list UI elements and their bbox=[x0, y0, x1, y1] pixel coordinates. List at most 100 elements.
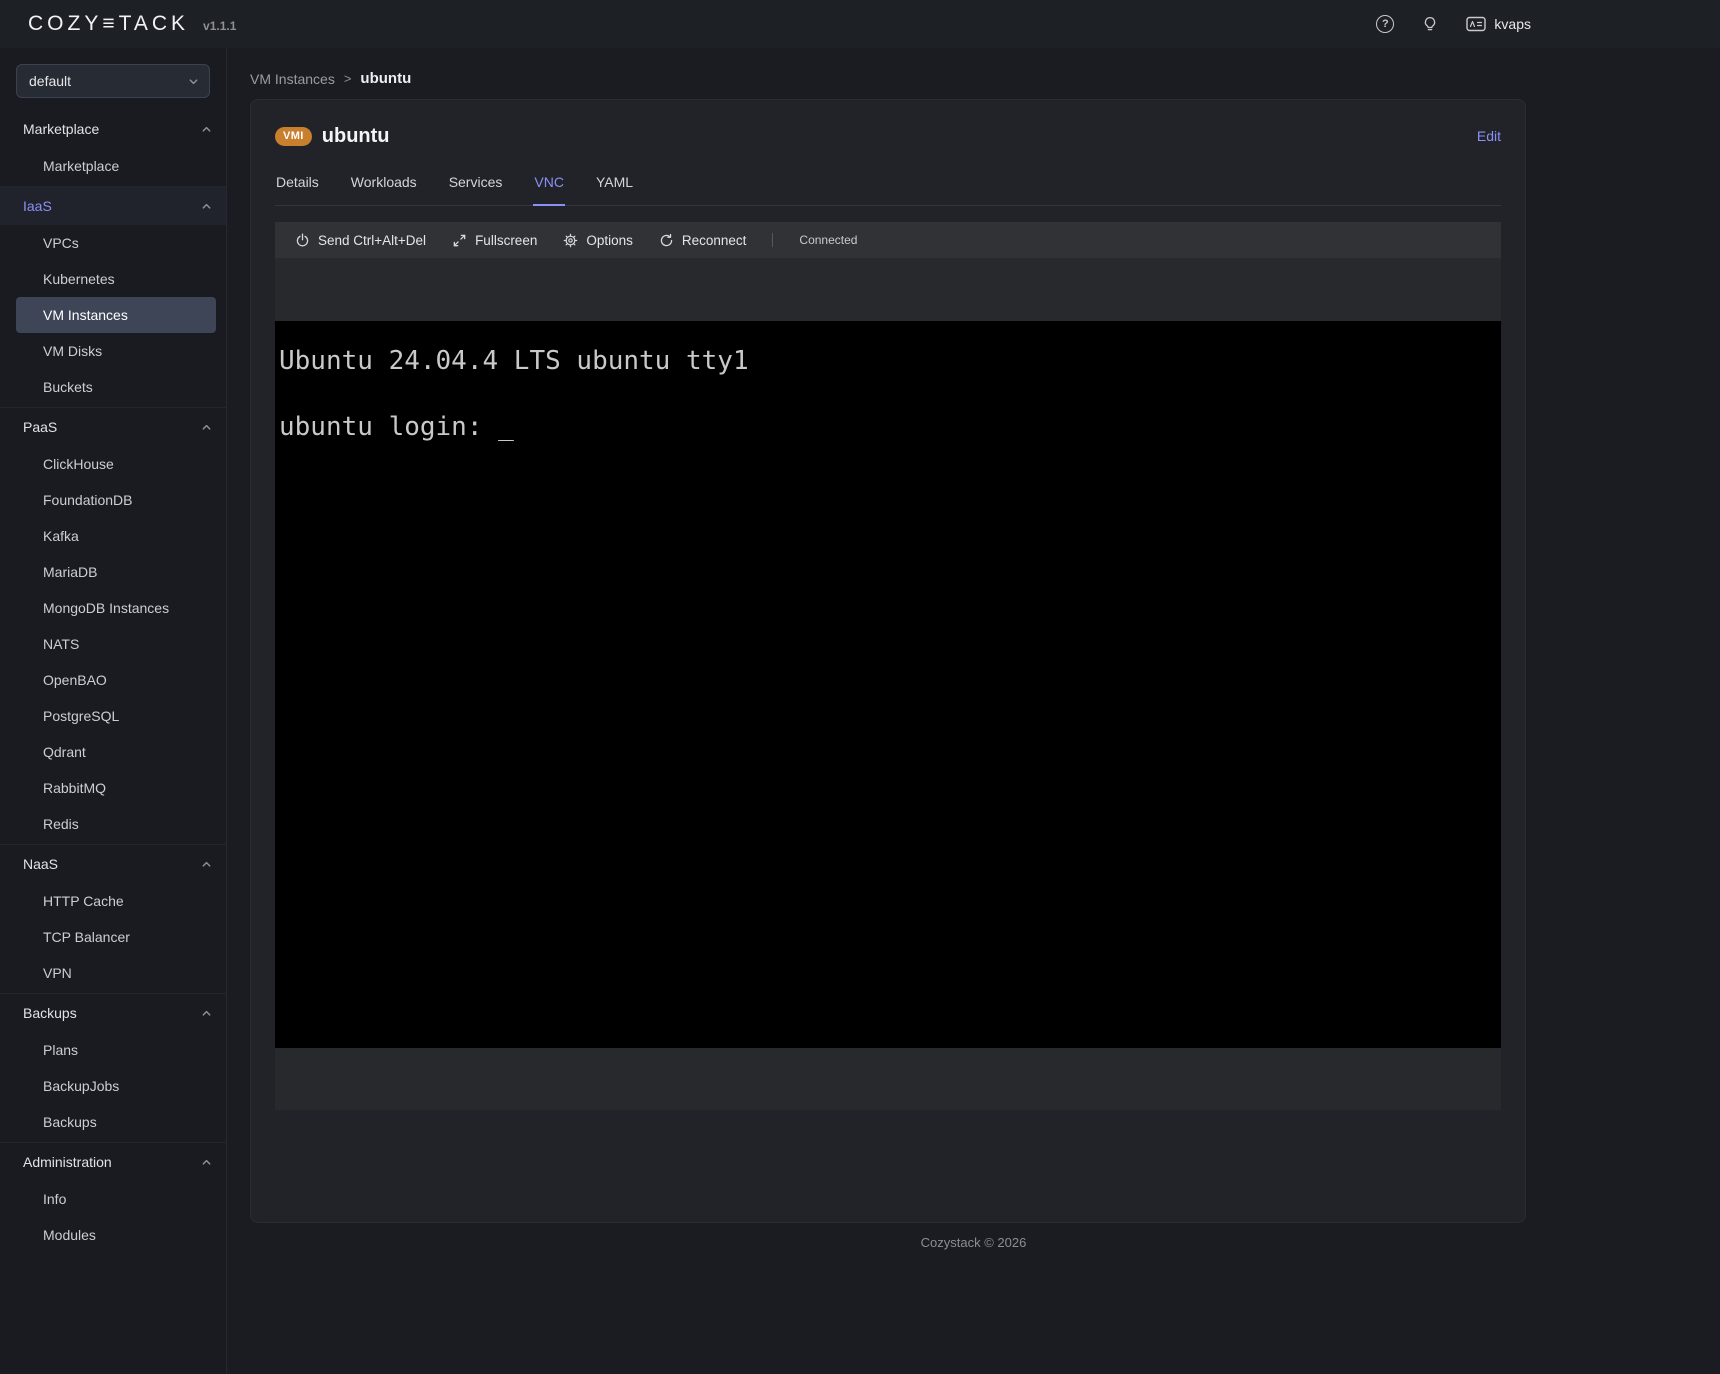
send-ctrl-alt-del-button[interactable]: Send Ctrl+Alt+Del bbox=[295, 233, 426, 248]
section-items: Info Modules bbox=[0, 1181, 226, 1255]
chevron-up-icon bbox=[201, 1157, 212, 1168]
vnc-panel: Send Ctrl+Alt+Del Fullscreen bbox=[275, 222, 1501, 1110]
sidebar-section-administration[interactable]: Administration bbox=[0, 1143, 226, 1181]
breadcrumb-parent[interactable]: VM Instances bbox=[250, 71, 335, 87]
sidebar-item-tcp-balancer[interactable]: TCP Balancer bbox=[16, 919, 216, 955]
sidebar-item-backupjobs[interactable]: BackupJobs bbox=[16, 1068, 216, 1104]
tab-details[interactable]: Details bbox=[275, 174, 320, 205]
reconnect-label: Reconnect bbox=[682, 233, 747, 248]
breadcrumb: VM Instances > ubuntu bbox=[227, 48, 1720, 87]
fullscreen-label: Fullscreen bbox=[475, 233, 537, 248]
section-label: Administration bbox=[23, 1154, 112, 1170]
sidebar-item-clickhouse[interactable]: ClickHouse bbox=[16, 446, 216, 482]
sidebar-item-kubernetes[interactable]: Kubernetes bbox=[16, 261, 216, 297]
options-button[interactable]: Options bbox=[563, 233, 633, 248]
sidebar-section-paas[interactable]: PaaS bbox=[0, 408, 226, 446]
sidebar-section-backups[interactable]: Backups bbox=[0, 994, 226, 1032]
chevron-up-icon bbox=[201, 422, 212, 433]
section-items: VPCs Kubernetes VM Instances VM Disks Bu… bbox=[0, 225, 226, 407]
sidebar-item-vm-instances[interactable]: VM Instances bbox=[16, 297, 216, 333]
send-cad-label: Send Ctrl+Alt+Del bbox=[318, 233, 426, 248]
namespace-select[interactable]: default bbox=[16, 64, 210, 98]
vmi-badge: VMI bbox=[275, 127, 312, 146]
vnc-screen[interactable]: Ubuntu 24.04.4 LTS ubuntu tty1 ubuntu lo… bbox=[275, 321, 1501, 1048]
lightbulb-icon[interactable] bbox=[1420, 14, 1440, 34]
sidebar-item-vpcs[interactable]: VPCs bbox=[16, 225, 216, 261]
chevron-up-icon bbox=[201, 201, 212, 212]
power-icon bbox=[295, 233, 310, 248]
app-root: COZY≡TACK v1.1.1 ? bbox=[0, 0, 1720, 1374]
fullscreen-icon bbox=[452, 233, 467, 248]
sidebar-item-qdrant[interactable]: Qdrant bbox=[16, 734, 216, 770]
sidebar-item-vm-disks[interactable]: VM Disks bbox=[16, 333, 216, 369]
breadcrumb-current: ubuntu bbox=[360, 70, 411, 87]
sidebar-item-rabbitmq[interactable]: RabbitMQ bbox=[16, 770, 216, 806]
section-iaas: IaaS VPCs Kubernetes VM Instances VM Dis… bbox=[0, 186, 226, 407]
terminal-text: Ubuntu 24.04.4 LTS ubuntu tty1 ubuntu lo… bbox=[275, 321, 1501, 468]
section-paas: PaaS ClickHouse FoundationDB Kafka Maria… bbox=[0, 407, 226, 844]
edit-button[interactable]: Edit bbox=[1477, 128, 1501, 144]
section-items: HTTP Cache TCP Balancer VPN bbox=[0, 883, 226, 993]
sidebar-item-info[interactable]: Info bbox=[16, 1181, 216, 1217]
toolbar-divider bbox=[772, 233, 773, 247]
sidebar-item-plans[interactable]: Plans bbox=[16, 1032, 216, 1068]
refresh-icon bbox=[659, 233, 674, 248]
vnc-viewport[interactable]: Ubuntu 24.04.4 LTS ubuntu tty1 ubuntu lo… bbox=[275, 258, 1501, 1110]
copyright-text: Cozystack © 2026 bbox=[921, 1235, 1027, 1250]
sidebar-item-http-cache[interactable]: HTTP Cache bbox=[16, 883, 216, 919]
chevron-up-icon bbox=[201, 859, 212, 870]
section-label: PaaS bbox=[23, 419, 57, 435]
main-content: VM Instances > ubuntu VMI ubuntu Edit De… bbox=[227, 48, 1720, 1374]
sidebar-item-nats[interactable]: NATS bbox=[16, 626, 216, 662]
sidebar-item-buckets[interactable]: Buckets bbox=[16, 369, 216, 405]
sidebar-item-mongodb-instances[interactable]: MongoDB Instances bbox=[16, 590, 216, 626]
reconnect-button[interactable]: Reconnect bbox=[659, 233, 747, 248]
sidebar-item-vpn[interactable]: VPN bbox=[16, 955, 216, 991]
sidebar-item-backups[interactable]: Backups bbox=[16, 1104, 216, 1140]
chevron-up-icon bbox=[201, 124, 212, 135]
user-card-icon bbox=[1466, 14, 1486, 34]
sidebar: default Marketplace Marketplace bbox=[0, 48, 227, 1374]
sidebar-item-openbao[interactable]: OpenBAO bbox=[16, 662, 216, 698]
chevron-up-icon bbox=[201, 1008, 212, 1019]
sidebar-nav: Marketplace Marketplace IaaS VPCs Kubern… bbox=[0, 110, 226, 1255]
tab-yaml[interactable]: YAML bbox=[595, 174, 634, 205]
vm-detail-card: VMI ubuntu Edit Details Workloads Servic… bbox=[250, 99, 1526, 1223]
topbar-actions: ? kvaps bbox=[1376, 14, 1531, 34]
section-items: Marketplace bbox=[0, 148, 226, 186]
footer: Cozystack © 2026 bbox=[227, 1235, 1720, 1250]
terminal-line1: Ubuntu 24.04.4 LTS ubuntu tty1 bbox=[279, 346, 749, 376]
user-menu[interactable]: kvaps bbox=[1466, 14, 1531, 34]
tab-services[interactable]: Services bbox=[448, 174, 504, 205]
sidebar-item-foundationdb[interactable]: FoundationDB bbox=[16, 482, 216, 518]
sidebar-section-iaas[interactable]: IaaS bbox=[0, 187, 226, 225]
sidebar-item-mariadb[interactable]: MariaDB bbox=[16, 554, 216, 590]
namespace-value: default bbox=[29, 73, 71, 89]
help-icon[interactable]: ? bbox=[1376, 15, 1394, 33]
terminal-login-label: ubuntu login: bbox=[279, 412, 483, 442]
section-label: Backups bbox=[23, 1005, 77, 1021]
tab-workloads[interactable]: Workloads bbox=[350, 174, 418, 205]
section-items: ClickHouse FoundationDB Kafka MariaDB Mo… bbox=[0, 446, 226, 844]
tab-vnc[interactable]: VNC bbox=[533, 174, 565, 206]
terminal-cursor: _ bbox=[498, 412, 514, 442]
card-header: VMI ubuntu Edit bbox=[275, 120, 1501, 152]
app-logo: COZY≡TACK bbox=[28, 12, 189, 36]
app-version: v1.1.1 bbox=[203, 19, 236, 33]
section-administration: Administration Info Modules bbox=[0, 1142, 226, 1255]
chevron-down-icon bbox=[188, 76, 199, 87]
sidebar-item-kafka[interactable]: Kafka bbox=[16, 518, 216, 554]
sidebar-section-marketplace[interactable]: Marketplace bbox=[0, 110, 226, 148]
sidebar-item-postgresql[interactable]: PostgreSQL bbox=[16, 698, 216, 734]
sidebar-section-naas[interactable]: NaaS bbox=[0, 845, 226, 883]
section-label: NaaS bbox=[23, 856, 58, 872]
fullscreen-button[interactable]: Fullscreen bbox=[452, 233, 537, 248]
sidebar-item-modules[interactable]: Modules bbox=[16, 1217, 216, 1253]
sidebar-item-marketplace[interactable]: Marketplace bbox=[16, 148, 216, 184]
section-backups: Backups Plans BackupJobs Backups bbox=[0, 993, 226, 1142]
gear-icon bbox=[563, 233, 578, 248]
page-title: ubuntu bbox=[322, 125, 390, 148]
top-header: COZY≡TACK v1.1.1 ? bbox=[0, 0, 1720, 48]
sidebar-item-redis[interactable]: Redis bbox=[16, 806, 216, 842]
section-naas: NaaS HTTP Cache TCP Balancer VPN bbox=[0, 844, 226, 993]
